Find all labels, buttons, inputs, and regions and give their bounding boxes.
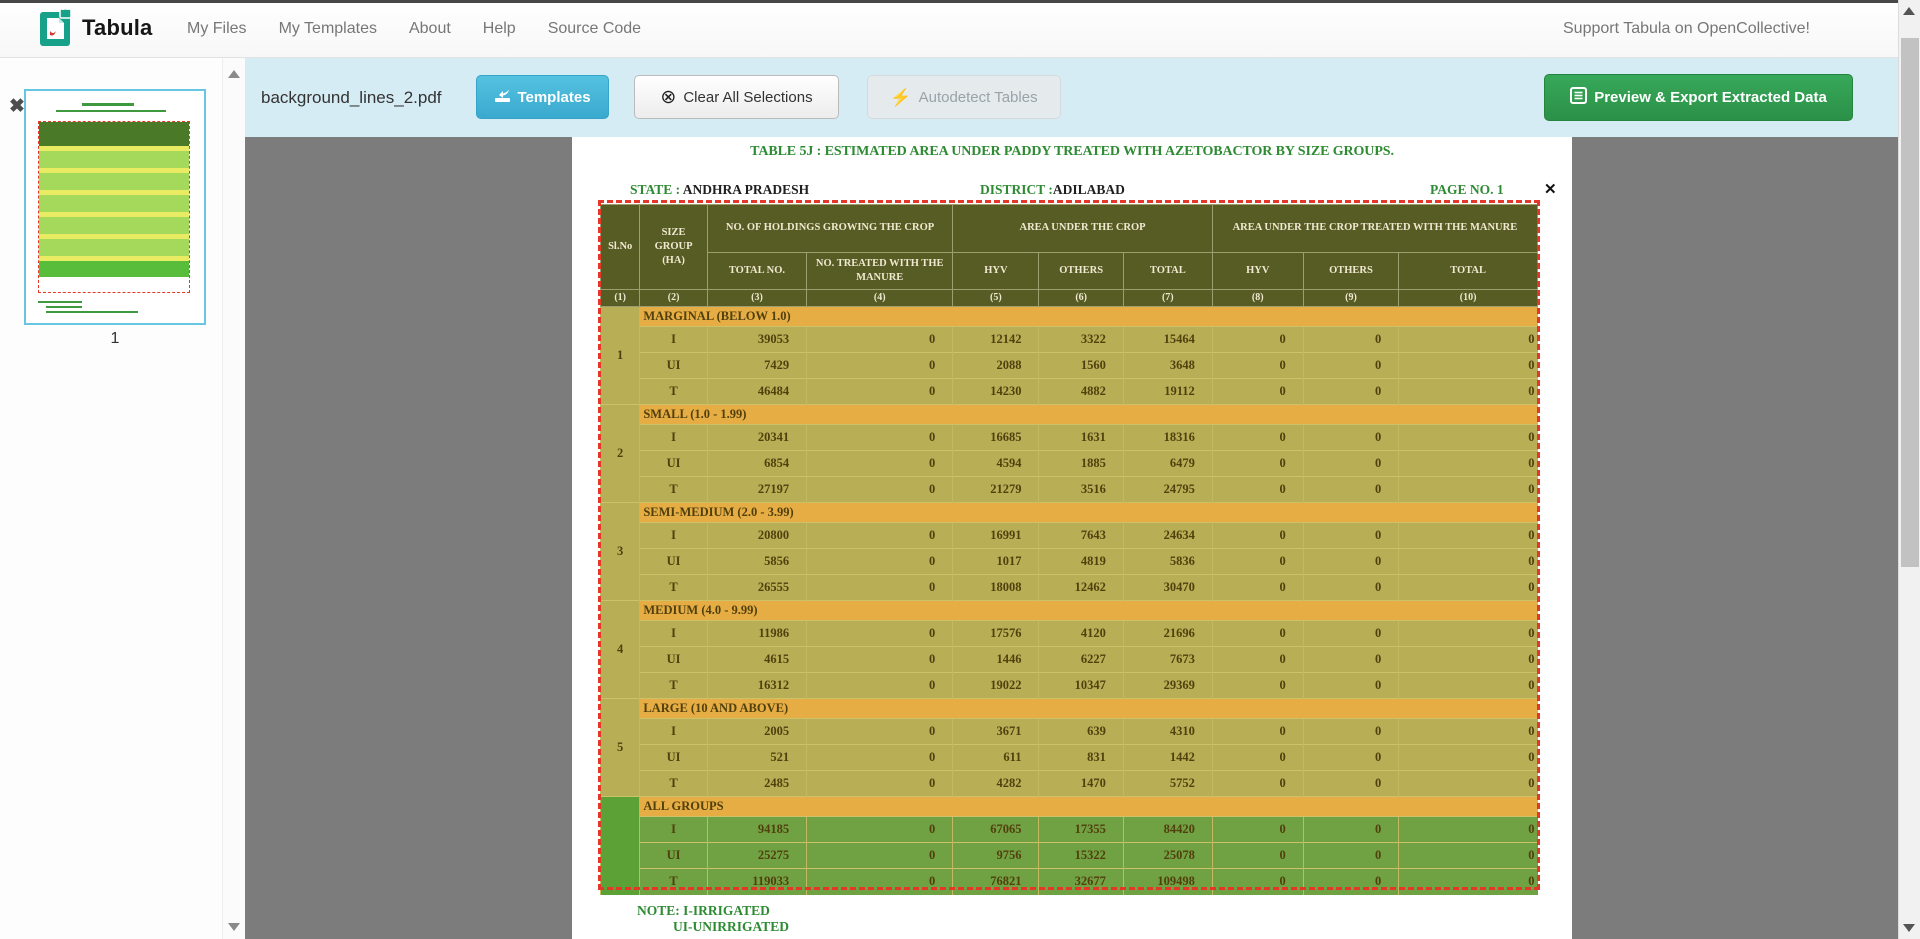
pdf-district-line: DISTRICT :ADILABAD bbox=[980, 182, 1125, 198]
window-top-edge bbox=[0, 0, 1898, 3]
note-line: NOTE: I-IRRIGATED bbox=[637, 903, 789, 919]
navbar-menu: My Files My Templates About Help Source Code bbox=[187, 0, 641, 58]
export-list-icon bbox=[1570, 87, 1594, 108]
templates-button[interactable]: Templates bbox=[476, 75, 609, 119]
window-scrollbar bbox=[1898, 0, 1920, 939]
nav-item-my-files[interactable]: My Files bbox=[187, 20, 247, 38]
page-number-label: 1 bbox=[24, 330, 206, 348]
district-label: DISTRICT : bbox=[980, 182, 1053, 197]
state-label: STATE : bbox=[630, 182, 680, 197]
state-value: ANDHRA PRADESH bbox=[683, 182, 809, 197]
nav-item-source-code[interactable]: Source Code bbox=[548, 20, 641, 38]
tabula-app: Tabula My Files My Templates About Help Sour… bbox=[0, 0, 1920, 939]
sidebar-scroll-down-icon[interactable] bbox=[228, 923, 240, 931]
district-value: ADILABAD bbox=[1053, 182, 1125, 197]
scroll-down-icon[interactable] bbox=[1903, 924, 1915, 932]
document-filename: background_lines_2.pdf bbox=[261, 58, 442, 137]
brand-wordmark: Tabula bbox=[82, 15, 152, 41]
sidebar-scrollbar bbox=[222, 58, 245, 939]
navbar: Tabula My Files My Templates About Help Sour… bbox=[0, 0, 1898, 58]
pdf-state-line: STATE : ANDHRA PRADESH bbox=[630, 182, 809, 198]
scroll-up-icon[interactable] bbox=[1903, 7, 1915, 15]
brand-link[interactable]: Tabula bbox=[40, 9, 152, 46]
tabula-logo-icon bbox=[40, 9, 73, 46]
scrollbar-thumb[interactable] bbox=[1901, 38, 1919, 567]
page-1-thumbnail[interactable] bbox=[24, 89, 206, 325]
page-thumbnails-sidebar: ✖ 1 bbox=[0, 58, 245, 939]
nav-item-my-templates[interactable]: My Templates bbox=[279, 20, 377, 38]
clear-button-label: Clear All Selections bbox=[683, 89, 812, 106]
pdf-page-no: PAGE NO. 1 bbox=[1430, 182, 1504, 198]
lightning-icon: ⚡ bbox=[890, 89, 911, 106]
autodetect-button-label: Autodetect Tables bbox=[919, 89, 1038, 106]
pdf-table-title: TABLE 5J : ESTIMATED AREA UNDER PADDY TR… bbox=[572, 144, 1572, 160]
support-link[interactable]: Support Tabula on OpenCollective! bbox=[1563, 0, 1810, 58]
templates-button-label: Templates bbox=[517, 89, 590, 106]
pdf-note: NOTE: I-IRRIGATEDUI-UNIRRIGATED bbox=[637, 903, 789, 935]
workspace: TABLE 5J : ESTIMATED AREA UNDER PADDY TR… bbox=[245, 137, 1898, 939]
toolbar: background_lines_2.pdf Templates ⊗ Clear… bbox=[245, 58, 1898, 137]
preview-export-button[interactable]: Preview & Export Extracted Data bbox=[1544, 74, 1853, 121]
templates-save-icon bbox=[494, 88, 517, 107]
mini-table-selection bbox=[38, 121, 190, 293]
pdf-page[interactable]: TABLE 5J : ESTIMATED AREA UNDER PADDY TR… bbox=[572, 137, 1572, 939]
note-line: UI-UNIRRIGATED bbox=[673, 919, 789, 935]
mini-title-line bbox=[82, 103, 134, 106]
mini-subtitle-line bbox=[56, 110, 166, 112]
clear-circle-x-icon: ⊗ bbox=[660, 88, 676, 107]
clear-all-selections-button[interactable]: ⊗ Clear All Selections bbox=[634, 75, 839, 119]
nav-item-help[interactable]: Help bbox=[483, 20, 516, 38]
sidebar-scroll-up-icon[interactable] bbox=[228, 70, 240, 78]
mini-table-header bbox=[39, 122, 189, 146]
table-selection-box[interactable] bbox=[598, 200, 1540, 890]
nav-item-about[interactable]: About bbox=[409, 20, 451, 38]
autodetect-tables-button-disabled[interactable]: ⚡ Autodetect Tables bbox=[867, 75, 1061, 119]
export-button-label: Preview & Export Extracted Data bbox=[1594, 89, 1827, 106]
selection-close-icon[interactable]: ✕ bbox=[1544, 180, 1557, 198]
